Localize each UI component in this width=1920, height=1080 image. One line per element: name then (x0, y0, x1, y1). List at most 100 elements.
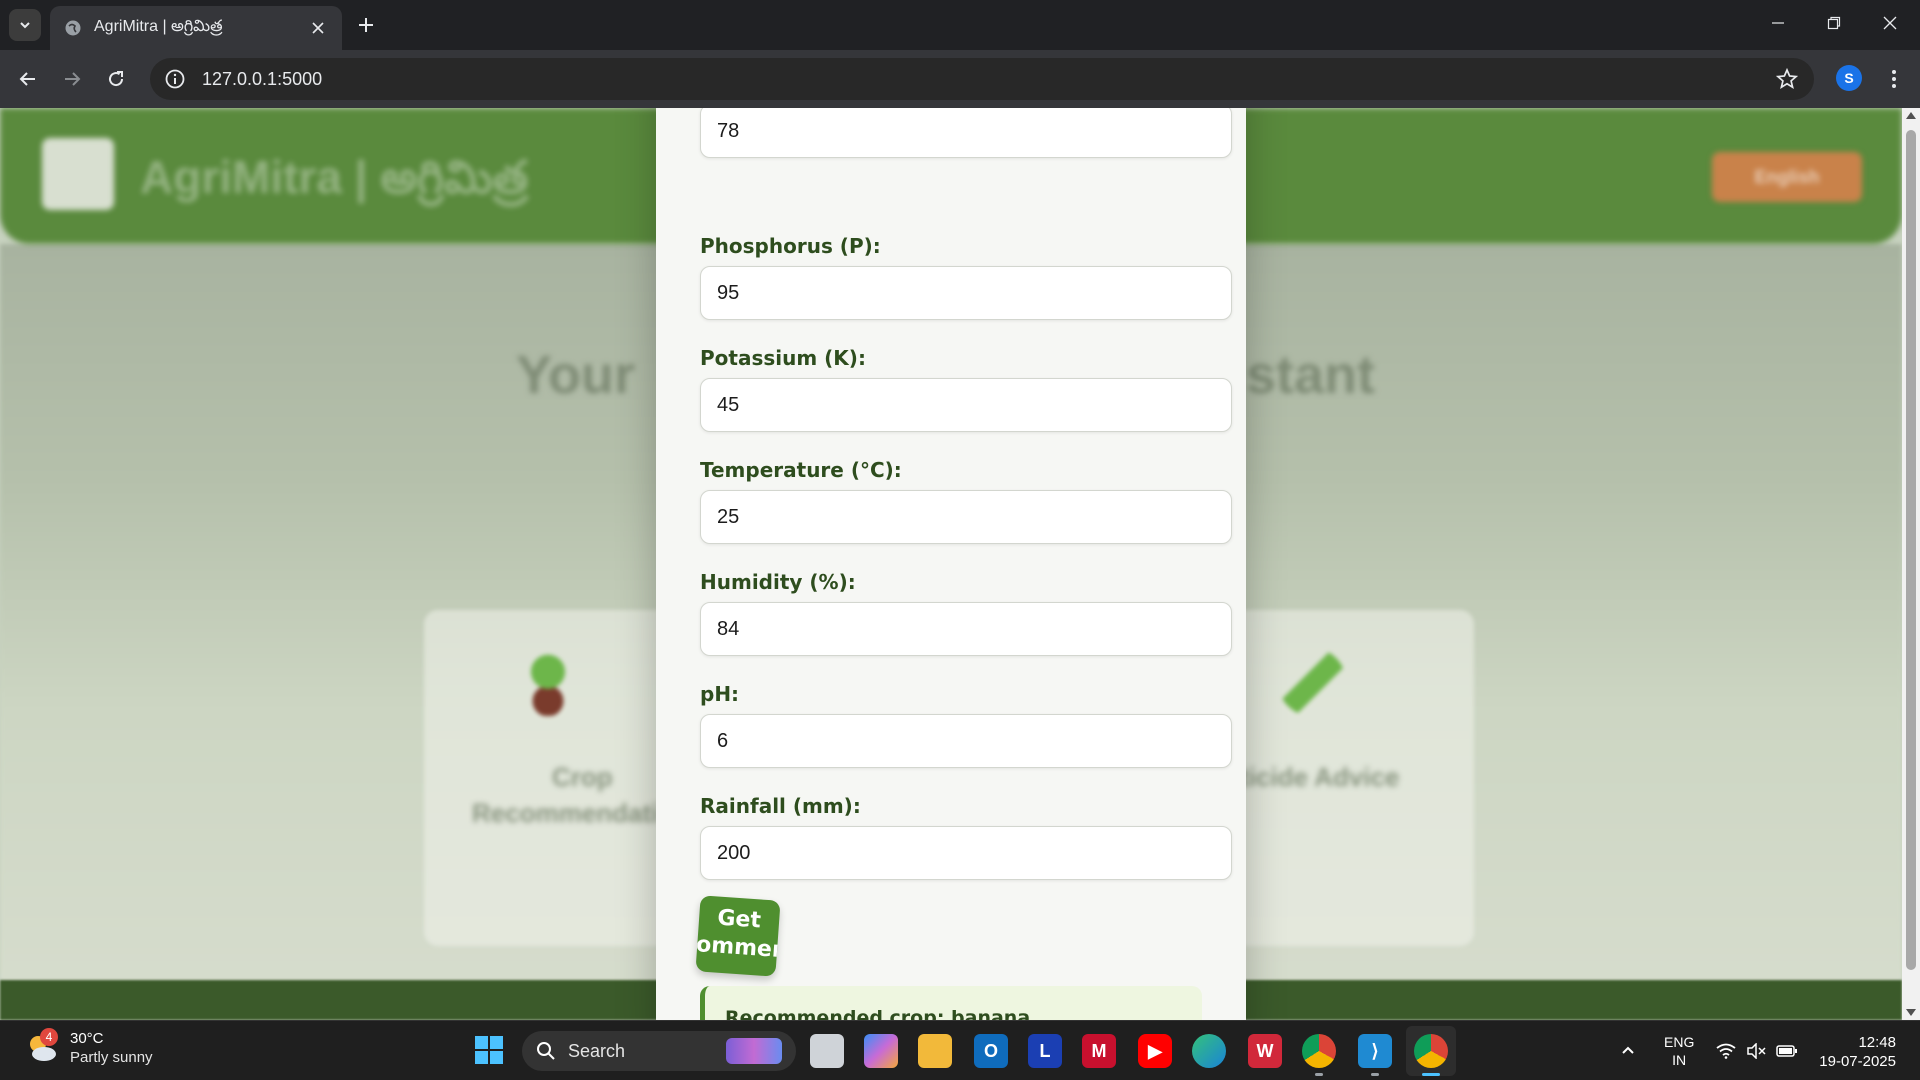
weather-widget[interactable]: 4 30°C Partly sunny (24, 1028, 153, 1067)
ph-label: pH: (700, 682, 740, 706)
youtube-icon[interactable]: ▶ (1138, 1034, 1172, 1068)
tab-title: AgriMitra | అగ్రిమిత్ర (94, 18, 223, 35)
partly-sunny-icon: 4 (24, 1028, 60, 1066)
test-tube-icon (1278, 648, 1346, 716)
close-window-button[interactable] (1862, 0, 1918, 46)
hero-right: stant (1246, 345, 1376, 405)
page-scrollbar[interactable] (1902, 108, 1920, 1020)
volume-muted-icon[interactable] (1746, 1021, 1766, 1080)
taskbar-search[interactable]: Search (522, 1031, 796, 1071)
weather-condition: Partly sunny (70, 1049, 153, 1066)
restore-icon (1827, 16, 1841, 30)
task-view-icon[interactable] (810, 1034, 844, 1068)
arrow-left-icon (19, 72, 35, 86)
copilot-icon[interactable] (864, 1034, 898, 1068)
browser-menu-button[interactable] (1880, 64, 1908, 94)
search-highlight-image (726, 1038, 782, 1064)
restore-button[interactable] (1806, 0, 1862, 46)
outlook-icon[interactable]: O (974, 1034, 1008, 1068)
hero-left: Your (516, 345, 635, 405)
search-label: Search (568, 1040, 626, 1061)
rainfall-label: Rainfall (mm): (700, 794, 861, 818)
chrome-profile-icon[interactable] (1302, 1034, 1336, 1068)
globe-icon (64, 19, 82, 37)
card-title-pesticide: ticide Advice (1240, 762, 1400, 792)
mcafee-icon[interactable]: M (1082, 1034, 1116, 1068)
more-vertical-icon (1892, 70, 1896, 88)
profile-avatar[interactable]: S (1836, 65, 1862, 91)
arrow-right-icon (65, 72, 81, 86)
card-title-recommendation: Recommendati (472, 798, 659, 828)
vscode-running-indicator (1371, 1073, 1379, 1076)
sprout-icon (514, 648, 582, 716)
temperature-input[interactable]: 25 (700, 490, 1232, 544)
battery-icon[interactable] (1776, 1021, 1798, 1080)
windows-logo-icon (475, 1036, 503, 1064)
site-info-icon[interactable] (164, 68, 186, 90)
windows-start-button[interactable] (474, 1035, 504, 1065)
language-top: ENG (1664, 1034, 1695, 1050)
rainfall-input[interactable]: 200 (700, 826, 1232, 880)
show-hidden-icons[interactable] (1620, 1021, 1636, 1080)
ph-input[interactable]: 6 (700, 714, 1232, 768)
phosphorus-label: Phosphorus (P): (700, 234, 881, 258)
weather-temp: 30°C (70, 1030, 104, 1047)
input-language[interactable]: ENG IN (1664, 1033, 1694, 1069)
back-button[interactable] (12, 63, 44, 95)
close-icon (1883, 16, 1897, 30)
potassium-input[interactable]: 45 (700, 378, 1232, 432)
system-clock[interactable]: 12:48 19-07-2025 (1814, 1033, 1896, 1071)
recommendation-result: Recommended crop: banana (700, 986, 1202, 1020)
windows-taskbar: 4 30°C Partly sunny Search O L M ▶ W ⟩ E… (0, 1020, 1920, 1080)
crop-recommendation-card (424, 610, 672, 946)
language-bottom: IN (1672, 1052, 1687, 1068)
minimize-icon (1772, 22, 1784, 24)
temperature-label: Temperature (°C): (700, 458, 902, 482)
scrollbar-thumb[interactable] (1906, 130, 1916, 970)
wps-office-icon[interactable]: W (1248, 1034, 1282, 1068)
chrome-active-indicator (1422, 1073, 1440, 1076)
browser-tabstrip: AgriMitra | అగ్రిమిత్ర (0, 0, 1920, 50)
forward-button[interactable] (56, 63, 88, 95)
site-brand: AgriMitra | అగ్రిమిత్ర (140, 151, 529, 203)
bookmark-star-icon[interactable] (1774, 66, 1800, 92)
chrome-running-indicator (1315, 1073, 1323, 1076)
edge-icon[interactable] (1192, 1034, 1226, 1068)
browser-toolbar: 127.0.0.1:5000 S (0, 50, 1920, 108)
reload-button[interactable] (100, 63, 132, 95)
potassium-label: Potassium (K): (700, 346, 866, 370)
get-recommendation-label: Get Recommendation (695, 905, 781, 970)
humidity-input[interactable]: 84 (700, 602, 1232, 656)
scroll-up-arrow[interactable] (1906, 112, 1916, 119)
close-tab-icon[interactable] (308, 18, 328, 38)
site-logo (42, 138, 114, 210)
reload-icon (109, 71, 124, 87)
phosphorus-input[interactable]: 95 (700, 266, 1232, 320)
get-recommendation-button[interactable]: Get Recommendation (695, 895, 781, 977)
tab-search-button[interactable] (9, 9, 41, 41)
search-icon (537, 1042, 555, 1060)
clock-time: 12:48 (1858, 1034, 1896, 1051)
clock-date: 19-07-2025 (1819, 1053, 1896, 1070)
nitrogen-input[interactable]: 78 (700, 108, 1232, 158)
scroll-down-arrow[interactable] (1906, 1009, 1916, 1016)
minimize-button[interactable] (1750, 0, 1806, 46)
new-tab-button[interactable] (352, 11, 380, 39)
wifi-icon[interactable] (1716, 1021, 1736, 1080)
plus-icon (359, 18, 373, 32)
crop-form-modal: 78 Phosphorus (P): 95 Potassium (K): 45 … (656, 108, 1246, 1020)
chevron-down-icon (20, 22, 30, 29)
card-title-crop: Crop (552, 762, 613, 792)
browser-tab[interactable]: AgriMitra | అగ్రిమిత్ర (50, 6, 342, 50)
page-viewport: AgriMitra | అగ్రిమిత్ర English Your stan… (0, 108, 1902, 1020)
url-text[interactable]: 127.0.0.1:5000 (202, 69, 1774, 90)
vscode-icon[interactable]: ⟩ (1358, 1034, 1392, 1068)
address-bar[interactable]: 127.0.0.1:5000 (150, 58, 1814, 100)
chevron-up-icon (1622, 1046, 1634, 1054)
file-explorer-icon[interactable] (918, 1034, 952, 1068)
weather-badge: 4 (40, 1028, 58, 1046)
l-app-icon[interactable]: L (1028, 1034, 1062, 1068)
humidity-label: Humidity (%): (700, 570, 856, 594)
language-button: English (1712, 152, 1862, 202)
chrome-active-icon[interactable] (1414, 1034, 1448, 1068)
